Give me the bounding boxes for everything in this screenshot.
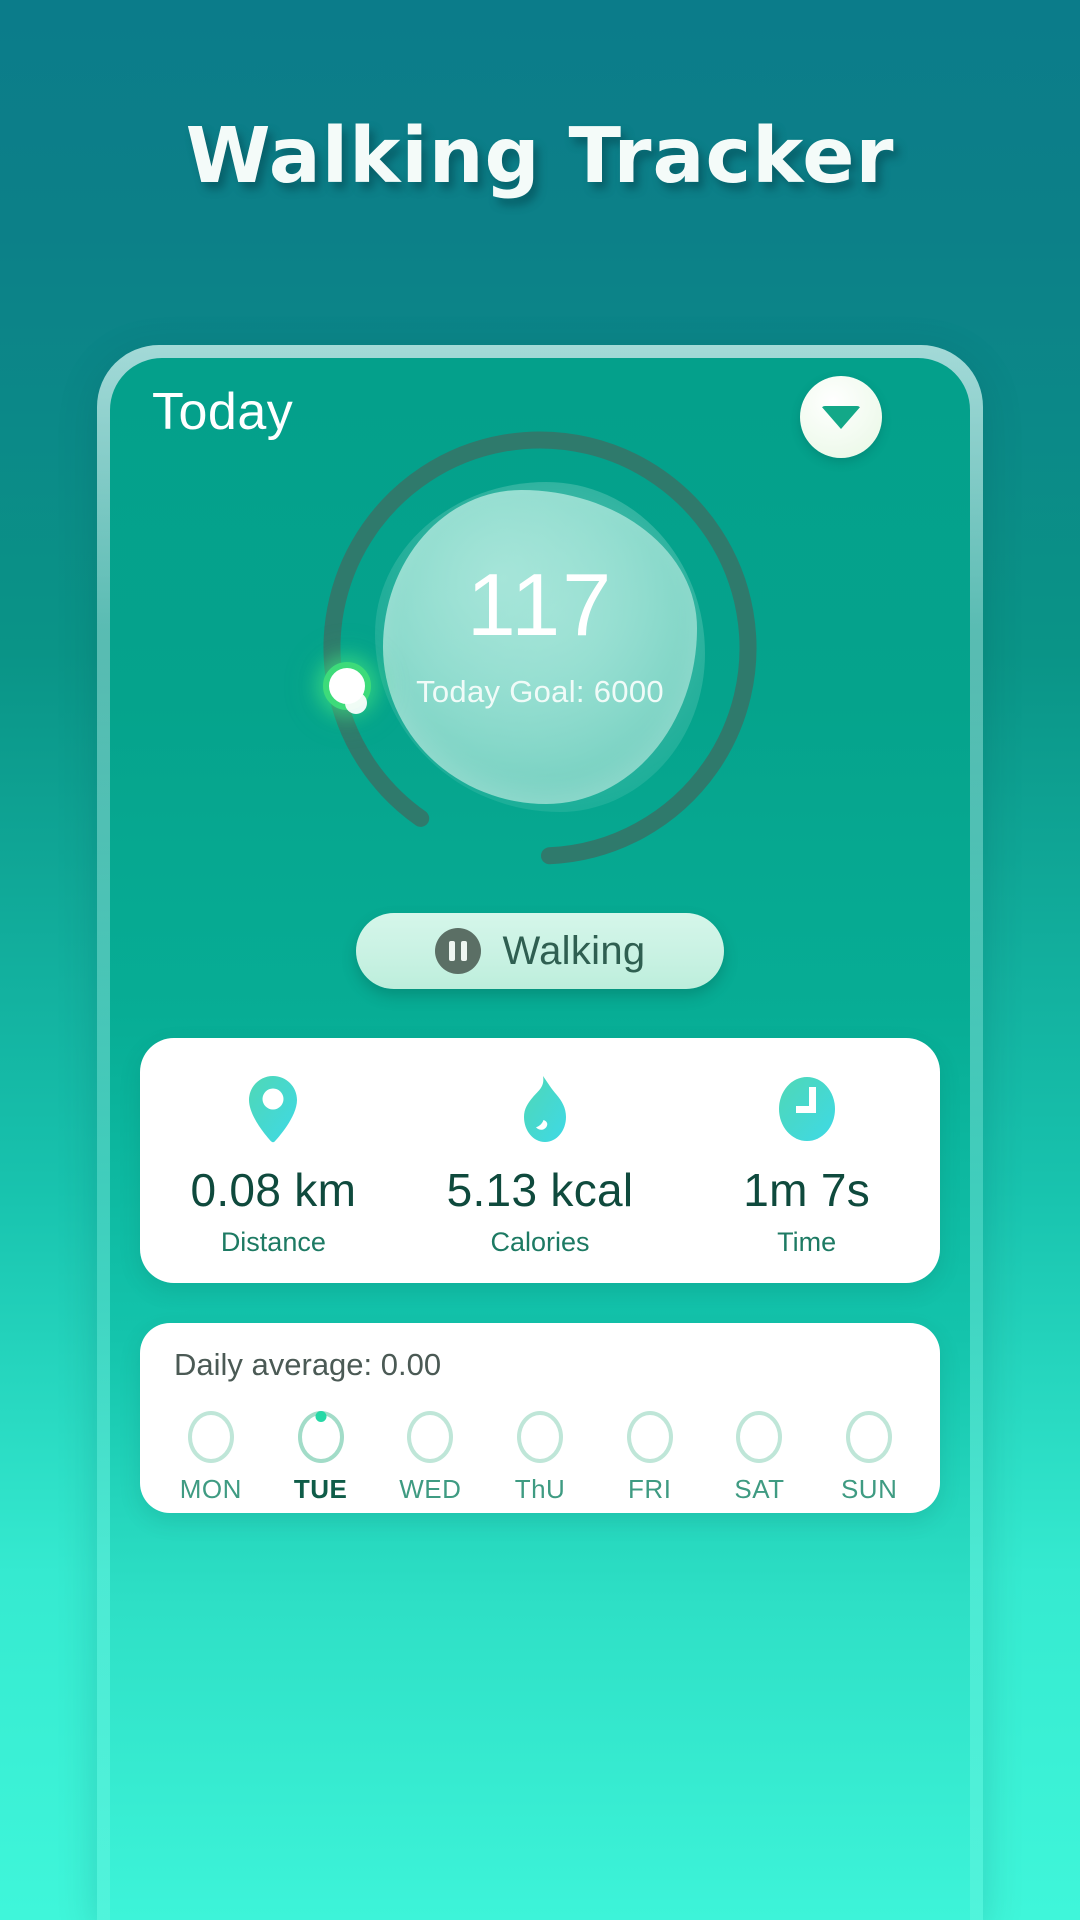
day-progress-circle	[517, 1411, 564, 1463]
day-label: SAT	[734, 1474, 785, 1504]
stat-distance[interactable]: 0.08 km Distance	[140, 1038, 407, 1283]
date-dropdown-button[interactable]	[800, 376, 882, 458]
pause-icon	[434, 928, 481, 974]
flame-icon	[512, 1073, 568, 1145]
activity-toggle-button[interactable]: Walking	[356, 913, 724, 989]
week-day-mon[interactable]: MON	[156, 1411, 266, 1505]
stat-value: 5.13 kcal	[446, 1164, 634, 1216]
stat-time[interactable]: 1m 7s Time	[673, 1038, 940, 1283]
step-count-value: 117	[466, 555, 614, 654]
day-progress-circle	[846, 1411, 893, 1463]
today-label: Today	[152, 383, 294, 441]
stat-label: Distance	[220, 1227, 326, 1257]
day-label: MON	[179, 1474, 242, 1504]
week-day-sun[interactable]: SUN	[814, 1411, 924, 1505]
daily-average-label: Daily average: 0.00	[174, 1347, 442, 1382]
day-label: TUE	[293, 1474, 348, 1504]
stat-calories[interactable]: 5.13 kcal Calories	[407, 1038, 674, 1283]
stat-value: 0.08 km	[190, 1164, 357, 1216]
day-progress-circle	[626, 1411, 673, 1463]
activity-label: Walking	[502, 928, 646, 973]
page-title: Walking Tracker	[185, 112, 895, 201]
day-active-dot	[315, 1411, 327, 1422]
stat-label: Calories	[490, 1227, 590, 1257]
phone-screen: Today 117 Today Goal: 6000 Walking 0.08 …	[110, 358, 970, 1920]
step-progress-ring: 117 Today Goal: 6000	[295, 406, 785, 906]
stat-label: Time	[777, 1227, 837, 1257]
day-progress-circle	[297, 1411, 344, 1463]
location-pin-icon	[245, 1073, 301, 1145]
day-label: ThU	[514, 1474, 566, 1504]
week-days-row: MON TUE WED ThU FRI SAT SUN	[156, 1411, 924, 1505]
stats-card: 0.08 km Distance 5.13 kcal Calories 1m 7…	[140, 1038, 940, 1283]
clock-icon	[776, 1073, 838, 1145]
progress-indicator-dot-secondary	[345, 692, 367, 714]
week-day-thu[interactable]: ThU	[485, 1411, 595, 1505]
week-day-fri[interactable]: FRI	[595, 1411, 705, 1505]
weekly-summary-card: Daily average: 0.00 MON TUE WED ThU FRI	[140, 1323, 940, 1513]
day-label: FRI	[628, 1474, 672, 1504]
week-day-wed[interactable]: WED	[375, 1411, 485, 1505]
day-label: WED	[399, 1474, 462, 1504]
day-progress-circle	[736, 1411, 783, 1463]
week-day-sat[interactable]: SAT	[705, 1411, 815, 1505]
day-progress-circle	[187, 1411, 234, 1463]
chevron-down-icon	[821, 405, 861, 429]
day-progress-circle	[407, 1411, 454, 1463]
stat-value: 1m 7s	[743, 1164, 871, 1216]
week-day-tue[interactable]: TUE	[266, 1411, 376, 1505]
day-label: SUN	[840, 1474, 898, 1504]
